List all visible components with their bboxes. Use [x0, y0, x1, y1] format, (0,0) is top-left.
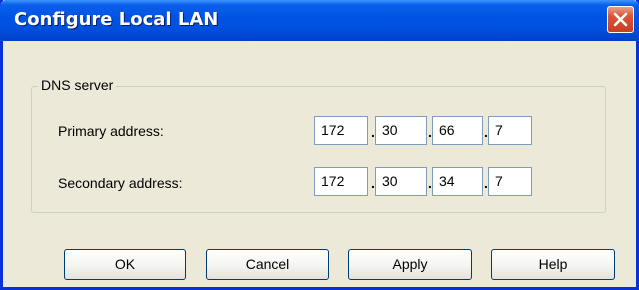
ok-button[interactable]: OK — [64, 249, 186, 280]
window-title: Configure Local LAN — [14, 9, 219, 30]
primary-octet-3-input[interactable]: 66 — [432, 116, 483, 145]
close-icon — [613, 12, 628, 27]
title-bar[interactable]: Configure Local LAN — [0, 0, 639, 41]
cancel-button[interactable]: Cancel — [206, 249, 329, 280]
secondary-address-label: Secondary address: — [58, 175, 183, 191]
secondary-octet-3-input[interactable]: 34 — [432, 167, 483, 196]
primary-octet-4-input[interactable]: 7 — [488, 116, 532, 145]
primary-octet-2-input[interactable]: 30 — [375, 116, 427, 145]
close-button[interactable] — [607, 6, 634, 33]
primary-address-label: Primary address: — [58, 123, 164, 139]
apply-button[interactable]: Apply — [348, 249, 472, 280]
secondary-octet-2-input[interactable]: 30 — [375, 167, 427, 196]
dns-server-group-label: DNS server — [38, 77, 117, 93]
secondary-octet-4-input[interactable]: 7 — [488, 167, 532, 196]
help-button[interactable]: Help — [491, 249, 615, 280]
secondary-octet-1-input[interactable]: 172 — [314, 167, 368, 196]
primary-octet-1-input[interactable]: 172 — [314, 116, 368, 145]
